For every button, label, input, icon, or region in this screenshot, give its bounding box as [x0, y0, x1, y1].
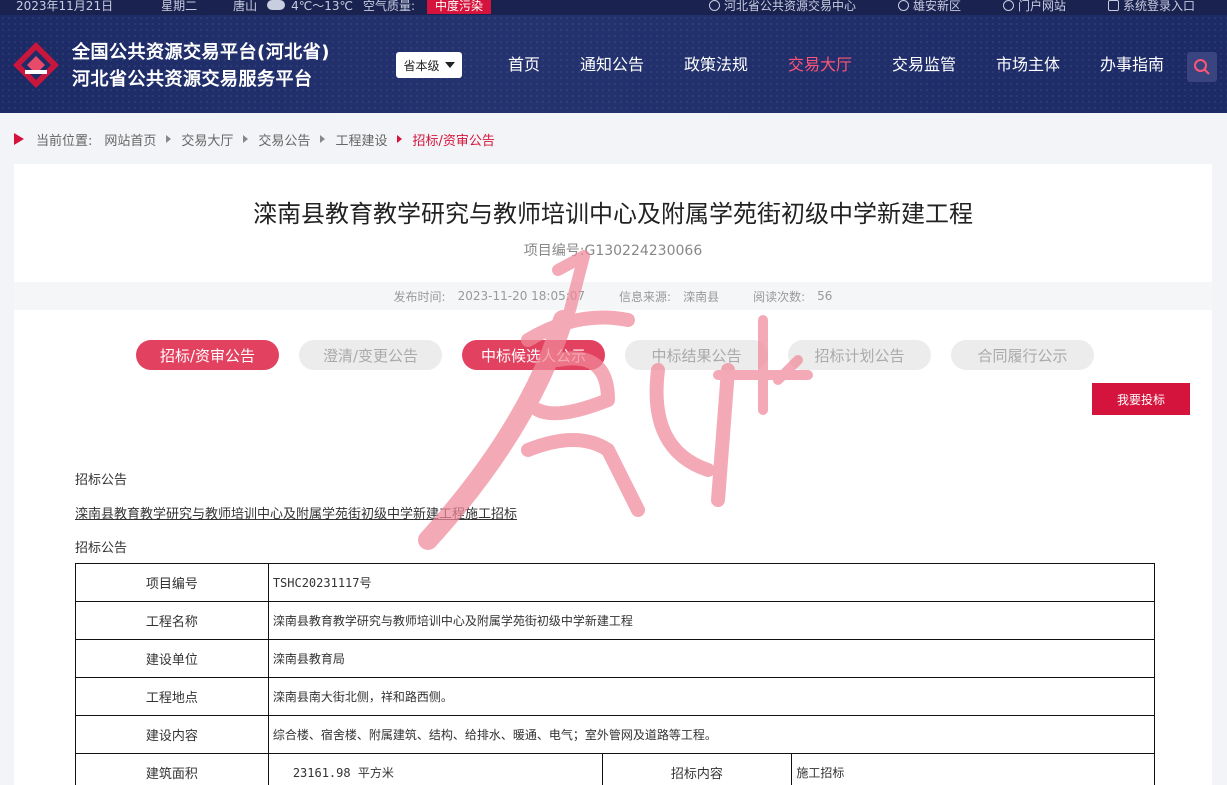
source-label: 信息来源: — [619, 289, 672, 304]
breadcrumb-trading-hall[interactable]: 交易大厅 — [181, 130, 233, 149]
section-heading: 招标公告 — [75, 473, 128, 488]
views-count: 56 — [817, 289, 833, 303]
main-nav: 首页 通知公告 政策法规 交易大厅 交易监管 市场主体 办事指南 — [0, 52, 1227, 78]
section-heading: 招标公告 — [75, 541, 128, 556]
tab-bid-notice[interactable]: 招标/资审公告 — [136, 340, 279, 370]
breadcrumb-arrow-icon — [14, 133, 24, 145]
project-info-table: 项目编号 TSHC20231117号 工程名称 滦南县教育教学研究与教师培训中心及附… — [75, 563, 1156, 785]
nav-policies[interactable]: 政策法规 — [684, 52, 748, 78]
submit-bid-button[interactable]: 我要投标 — [1092, 383, 1190, 415]
tab-candidates[interactable]: 中标候选人公示 — [462, 340, 605, 370]
temperature-text: 4℃～13℃ — [291, 0, 353, 13]
link-xiongan[interactable]: 雄安新区 — [897, 0, 971, 14]
breadcrumb: 当前位置: 网站首页 交易大厅 交易公告 工程建设 招标/资审公告 — [14, 128, 495, 150]
breadcrumb-separator-icon — [397, 135, 403, 143]
table-row: 建筑面积 23161.98 平方米 招标内容 施工招标 — [75, 753, 1155, 785]
page-title: 滦南县教育教学研究与教师培训中心及附属学苑街初级中学新建工程 — [253, 200, 973, 228]
table-row: 建设单位 滦南县教育局 — [75, 639, 1156, 678]
article-meta: 发布时间: 2023-11-20 18:05:07 信息来源: 滦南县 阅读次数… — [14, 282, 1212, 310]
tab-result[interactable]: 中标结果公告 — [625, 340, 768, 370]
tab-plan[interactable]: 招标计划公告 — [788, 340, 931, 370]
breadcrumb-separator-icon — [320, 135, 326, 143]
breadcrumb-separator-icon — [166, 135, 172, 143]
login-icon — [1107, 0, 1119, 11]
breadcrumb-engineering[interactable]: 工程建设 — [335, 130, 387, 149]
link-system-login[interactable]: 系统登录入口 — [1107, 0, 1205, 14]
weather-cloud-icon — [267, 0, 286, 10]
air-quality-badge: 中度污染 — [427, 0, 492, 14]
nav-supervision[interactable]: 交易监管 — [892, 52, 956, 78]
table-row: 工程地点 滦南县南大街北侧，祥和路西侧。 — [75, 677, 1156, 716]
nav-home[interactable]: 首页 — [508, 52, 540, 78]
globe-icon — [897, 0, 909, 11]
notice-tabs: 招标/资审公告 澄清/变更公告 中标候选人公示 中标结果公告 招标计划公告 合同… — [14, 340, 1212, 370]
tab-clarification[interactable]: 澄清/变更公告 — [299, 340, 442, 370]
breadcrumb-notices[interactable]: 交易公告 — [258, 130, 310, 149]
air-quality-label: 空气质量: — [362, 0, 416, 13]
globe-icon — [708, 0, 720, 11]
project-number: 项目编号:G130224230066 — [523, 243, 703, 259]
breadcrumb-home[interactable]: 网站首页 — [104, 130, 156, 149]
tab-contract[interactable]: 合同履行公示 — [951, 340, 1094, 370]
publish-time: 2023-11-20 18:05:07 — [457, 289, 586, 303]
link-portal[interactable]: 门户网站 — [1002, 0, 1076, 14]
link-province-center[interactable]: 河北省公共资源交易中心 — [708, 0, 866, 14]
top-info-bar: 2023年11月21日 星期二 唐山 4℃～13℃ 空气质量: 中度污染 河北省… — [0, 0, 1227, 15]
site-header: 全国公共资源交易平台(河北省) 河北省公共资源交易服务平台 省本级 首页 通知公… — [0, 15, 1227, 113]
nav-guide[interactable]: 办事指南 — [1100, 52, 1164, 78]
globe-icon — [1002, 0, 1014, 11]
table-row: 工程名称 滦南县教育教学研究与教师培训中心及附属学苑街初级中学新建工程 — [75, 601, 1156, 640]
weekday-text: 星期二 — [161, 0, 198, 13]
publish-time-label: 发布时间: — [393, 289, 446, 304]
breadcrumb-label: 当前位置: — [36, 133, 93, 149]
breadcrumb-separator-icon — [243, 135, 249, 143]
search-icon — [1194, 59, 1210, 75]
breadcrumb-current: 招标/资审公告 — [412, 133, 495, 149]
table-row: 建设内容 综合楼、宿舍楼、附属建筑、结构、给排水、暖通、电气；室外管网及道路等工程… — [75, 715, 1156, 754]
nav-market-entities[interactable]: 市场主体 — [996, 52, 1060, 78]
city-text: 唐山 — [233, 0, 258, 13]
views-label: 阅读次数: — [753, 289, 806, 304]
notice-subtitle-link[interactable]: 滦南县教育教学研究与教师培训中心及附属学苑街初级中学新建工程施工招标 — [75, 503, 517, 522]
date-text: 2023年11月21日 — [16, 0, 114, 13]
nav-notices[interactable]: 通知公告 — [580, 52, 644, 78]
table-row: 项目编号 TSHC20231117号 — [75, 563, 1156, 602]
nav-trading-hall[interactable]: 交易大厅 — [788, 52, 852, 78]
article-card: 滦南县教育教学研究与教师培训中心及附属学苑街初级中学新建工程 项目编号:G130… — [14, 164, 1212, 785]
source: 滦南县 — [683, 289, 720, 304]
search-button[interactable] — [1187, 52, 1217, 82]
